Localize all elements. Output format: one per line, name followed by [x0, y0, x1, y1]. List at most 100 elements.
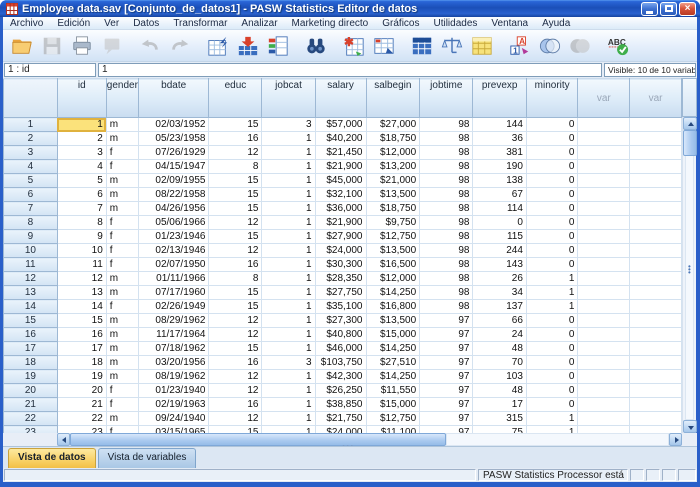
cell-var2-row8[interactable]: [630, 216, 682, 230]
column-header-jobcat[interactable]: jobcat: [262, 79, 315, 118]
cell-var2-row18[interactable]: [630, 356, 682, 370]
cell-minority-row4[interactable]: 0: [526, 160, 577, 174]
cell-var2-row9[interactable]: [630, 230, 682, 244]
cell-gender-row6[interactable]: m: [106, 188, 138, 202]
cell-salary-row8[interactable]: $21,900: [315, 216, 366, 230]
cell-gender-row12[interactable]: m: [106, 272, 138, 286]
vertical-scrollbar[interactable]: •••: [682, 117, 696, 433]
cell-var2-row5[interactable]: [630, 174, 682, 188]
horizontal-scrollbar-thumb[interactable]: [70, 433, 446, 446]
cell-prevexp-row16[interactable]: 24: [473, 328, 526, 342]
cell-gender-row16[interactable]: m: [106, 328, 138, 342]
cell-educ-row11[interactable]: 16: [209, 258, 262, 272]
cell-var1-row20[interactable]: [578, 384, 630, 398]
cell-jobcat-row21[interactable]: 1: [262, 398, 315, 412]
cell-id-row14[interactable]: 14: [57, 300, 106, 314]
vertical-pane-splitter[interactable]: •••: [688, 265, 692, 274]
row-header[interactable]: 20: [4, 384, 58, 398]
tab-variable-view[interactable]: Vista de variables: [98, 448, 197, 468]
cell-id-row16[interactable]: 16: [57, 328, 106, 342]
cell-salbegin-row17[interactable]: $14,250: [366, 342, 420, 356]
cell-jobcat-row3[interactable]: 1: [262, 146, 315, 160]
cell-educ-row17[interactable]: 15: [209, 342, 262, 356]
menu-archivo[interactable]: Archivo: [3, 17, 50, 30]
redo-button[interactable]: [165, 32, 195, 60]
row-header[interactable]: 5: [4, 174, 58, 188]
menu-transformar[interactable]: Transformar: [166, 17, 234, 30]
cell-var2-row10[interactable]: [630, 244, 682, 258]
cell-prevexp-row23[interactable]: 75: [473, 426, 526, 434]
cell-jobcat-row5[interactable]: 1: [262, 174, 315, 188]
value-labels-button[interactable]: A1: [505, 32, 535, 60]
cell-var2-row19[interactable]: [630, 370, 682, 384]
cell-prevexp-row15[interactable]: 66: [473, 314, 526, 328]
cell-gender-row3[interactable]: f: [106, 146, 138, 160]
cell-minority-row7[interactable]: 0: [526, 202, 577, 216]
cell-gender-row11[interactable]: f: [106, 258, 138, 272]
cell-minority-row21[interactable]: 0: [526, 398, 577, 412]
restore-button[interactable]: [660, 2, 677, 16]
cell-id-row23[interactable]: 23: [57, 426, 106, 434]
cell-bdate-row17[interactable]: 07/18/1962: [138, 342, 209, 356]
cell-minority-row13[interactable]: 1: [526, 286, 577, 300]
cell-id-row11[interactable]: 11: [57, 258, 106, 272]
menu-gr-ficos[interactable]: Gráficos: [375, 17, 426, 30]
cell-jobcat-row1[interactable]: 3: [262, 118, 315, 132]
cell-jobcat-row16[interactable]: 1: [262, 328, 315, 342]
row-header[interactable]: 16: [4, 328, 58, 342]
column-header-id[interactable]: id: [57, 79, 106, 118]
cell-salbegin-row15[interactable]: $13,500: [366, 314, 420, 328]
cell-id-row8[interactable]: 8: [57, 216, 106, 230]
cell-jobtime-row5[interactable]: 98: [420, 174, 473, 188]
cell-jobtime-row20[interactable]: 97: [420, 384, 473, 398]
cell-jobcat-row15[interactable]: 1: [262, 314, 315, 328]
cell-bdate-row8[interactable]: 05/06/1966: [138, 216, 209, 230]
cell-minority-row8[interactable]: 0: [526, 216, 577, 230]
cell-prevexp-row17[interactable]: 48: [473, 342, 526, 356]
cell-salbegin-row2[interactable]: $18,750: [366, 132, 420, 146]
cell-minority-row20[interactable]: 0: [526, 384, 577, 398]
row-header[interactable]: 18: [4, 356, 58, 370]
cell-var1-row21[interactable]: [578, 398, 630, 412]
cell-salbegin-row18[interactable]: $27,510: [366, 356, 420, 370]
cell-id-row19[interactable]: 19: [57, 370, 106, 384]
row-header[interactable]: 19: [4, 370, 58, 384]
cell-salary-row13[interactable]: $27,750: [315, 286, 366, 300]
cell-bdate-row13[interactable]: 07/17/1960: [138, 286, 209, 300]
cell-gender-row20[interactable]: f: [106, 384, 138, 398]
show-all-variables-button[interactable]: [565, 32, 595, 60]
cell-bdate-row18[interactable]: 03/20/1956: [138, 356, 209, 370]
cell-var2-row20[interactable]: [630, 384, 682, 398]
cell-gender-row14[interactable]: f: [106, 300, 138, 314]
cell-var1-row17[interactable]: [578, 342, 630, 356]
cell-jobtime-row11[interactable]: 98: [420, 258, 473, 272]
cell-jobtime-row2[interactable]: 98: [420, 132, 473, 146]
cell-jobcat-row22[interactable]: 1: [262, 412, 315, 426]
cell-jobtime-row16[interactable]: 97: [420, 328, 473, 342]
cell-gender-row9[interactable]: f: [106, 230, 138, 244]
cell-salary-row12[interactable]: $28,350: [315, 272, 366, 286]
cell-minority-row10[interactable]: 0: [526, 244, 577, 258]
cell-prevexp-row13[interactable]: 34: [473, 286, 526, 300]
cell-id-row20[interactable]: 20: [57, 384, 106, 398]
cell-salbegin-row6[interactable]: $13,500: [366, 188, 420, 202]
cell-var2-row12[interactable]: [630, 272, 682, 286]
cell-gender-row17[interactable]: m: [106, 342, 138, 356]
cell-salary-row1[interactable]: $57,000: [315, 118, 366, 132]
cell-educ-row12[interactable]: 8: [209, 272, 262, 286]
cell-gender-row19[interactable]: m: [106, 370, 138, 384]
cell-var2-row4[interactable]: [630, 160, 682, 174]
cell-id-row21[interactable]: 21: [57, 398, 106, 412]
cell-jobcat-row13[interactable]: 1: [262, 286, 315, 300]
row-header[interactable]: 15: [4, 314, 58, 328]
cell-salary-row20[interactable]: $26,250: [315, 384, 366, 398]
cell-minority-row3[interactable]: 0: [526, 146, 577, 160]
row-header[interactable]: 11: [4, 258, 58, 272]
cell-educ-row5[interactable]: 15: [209, 174, 262, 188]
cell-var1-row11[interactable]: [578, 258, 630, 272]
row-header[interactable]: 21: [4, 398, 58, 412]
cell-jobtime-row23[interactable]: 97: [420, 426, 473, 434]
cell-bdate-row15[interactable]: 08/29/1962: [138, 314, 209, 328]
cell-jobtime-row15[interactable]: 97: [420, 314, 473, 328]
cell-bdate-row1[interactable]: 02/03/1952: [138, 118, 209, 132]
